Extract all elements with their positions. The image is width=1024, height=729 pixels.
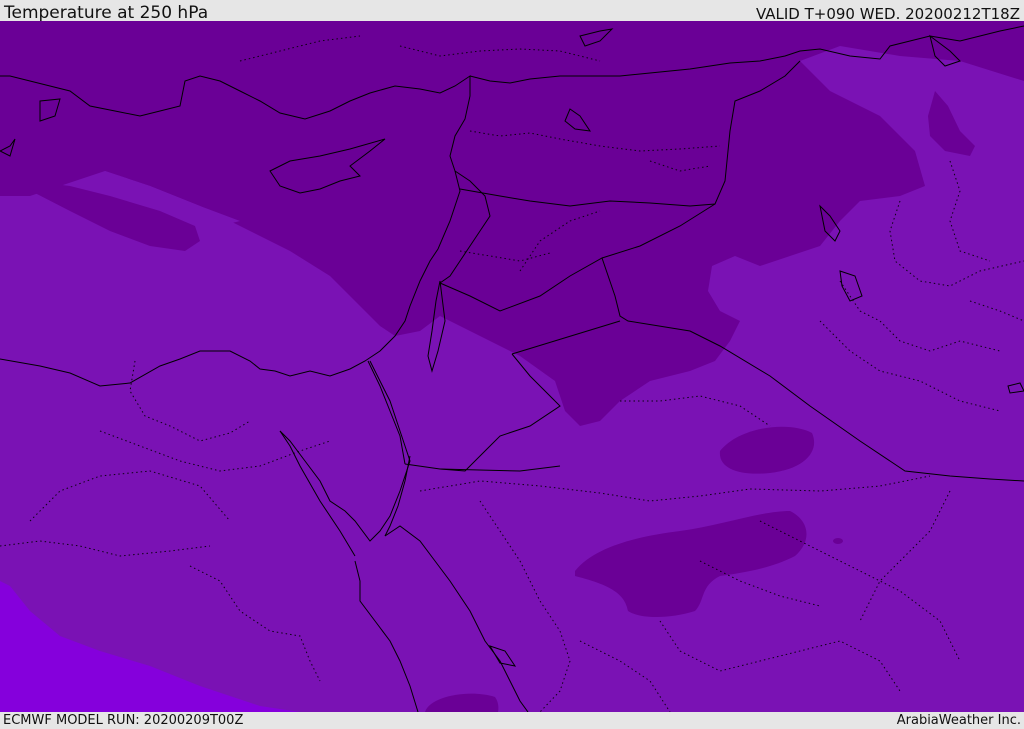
map-title: Temperature at 250 hPa xyxy=(4,3,209,23)
cold-dot xyxy=(833,538,843,544)
credit-label: ArabiaWeather Inc. xyxy=(896,713,1021,728)
weather-map[interactable] xyxy=(0,21,1024,712)
map-canvas xyxy=(0,21,1024,712)
header-bar: Temperature at 250 hPa VALID T+090 WED. … xyxy=(0,0,1024,23)
footer-bar: ECMWF MODEL RUN: 20200209T00Z ArabiaWeat… xyxy=(0,712,1024,729)
model-run-label: ECMWF MODEL RUN: 20200209T00Z xyxy=(3,713,244,728)
